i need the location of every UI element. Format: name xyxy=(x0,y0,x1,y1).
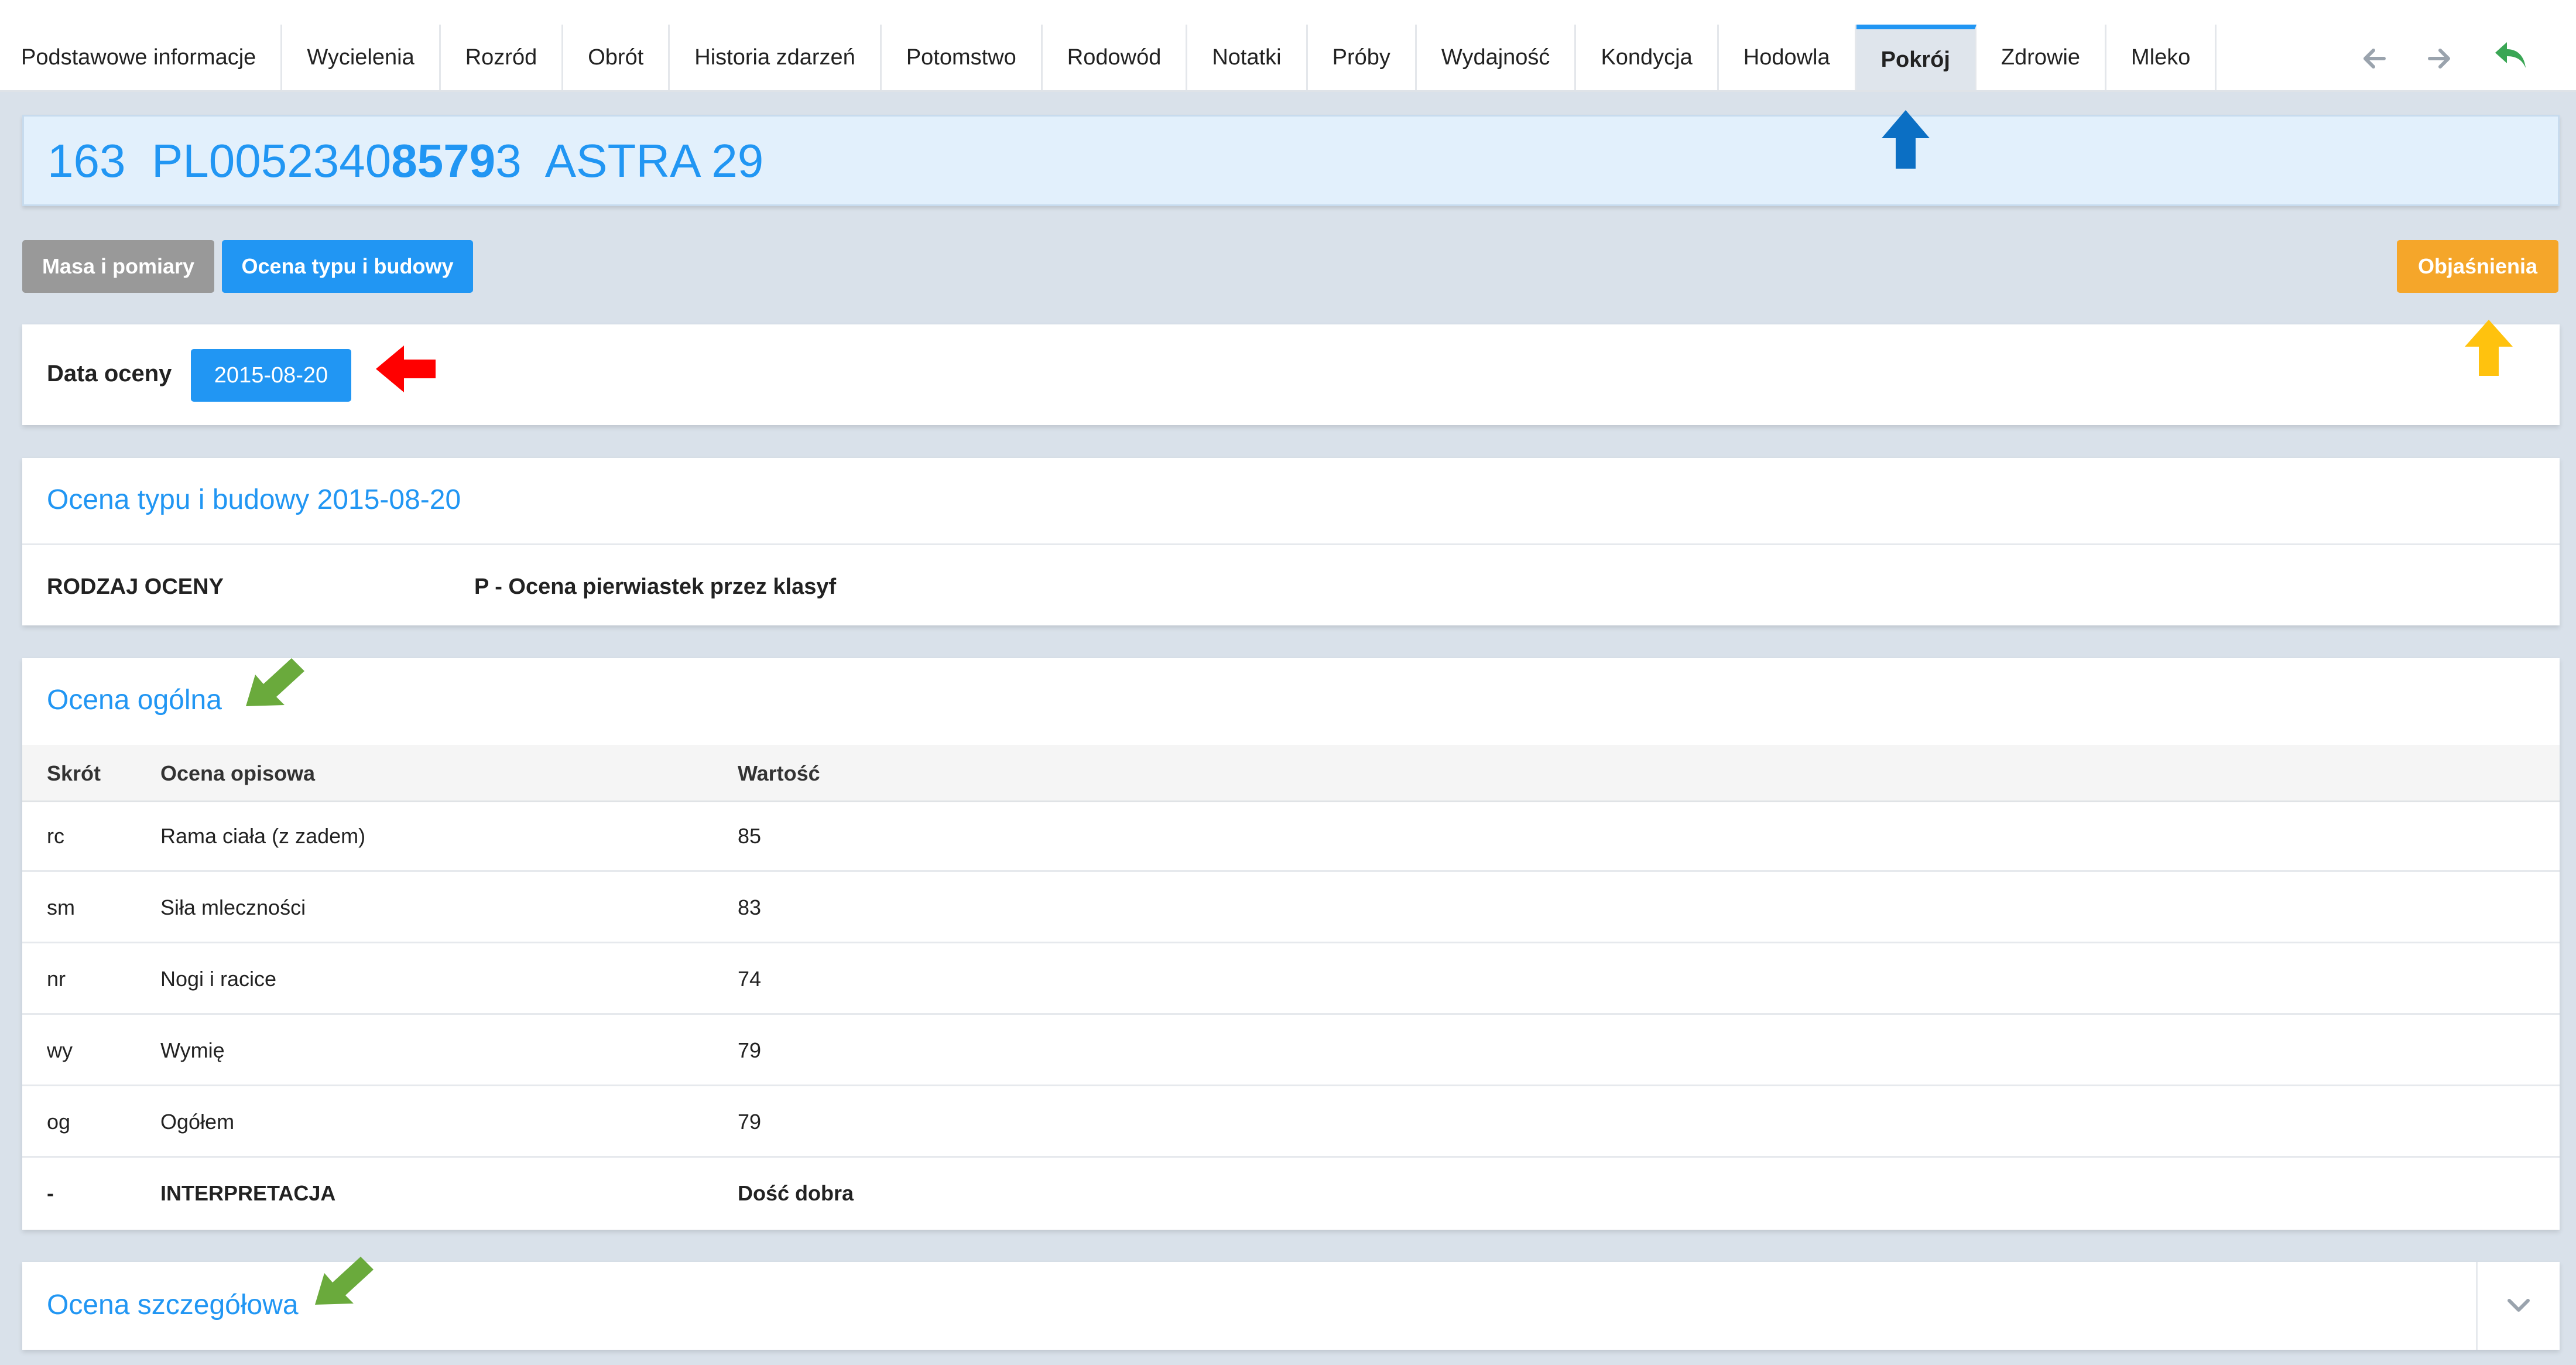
chevron-down-icon xyxy=(2508,1299,2530,1312)
reply-icon[interactable] xyxy=(2493,37,2528,73)
tabs: Podstawowe informacje Wycielenia Rozród … xyxy=(0,25,2217,90)
tab-historia-zdarzen[interactable]: Historia zdarzeń xyxy=(670,25,882,90)
assessment-date-button[interactable]: 2015-08-20 xyxy=(191,349,351,402)
detailed-assessment-title: Ocena szczegółowa xyxy=(47,1289,299,1320)
row-desc: INTERPRETACJA xyxy=(160,1181,336,1205)
explanations-button[interactable]: Objaśnienia xyxy=(2397,240,2558,293)
general-assessment-card: Ocena ogólna Skrót Ocena opisowa Wartość… xyxy=(22,658,2560,1230)
assessment-date-label: Data oceny xyxy=(47,361,172,386)
row-desc: Rama ciała (z zadem) xyxy=(160,824,366,848)
tab-podstawowe-informacje[interactable]: Podstawowe informacje xyxy=(0,25,283,90)
row-abbr: rc xyxy=(47,824,64,848)
tab-rozrod[interactable]: Rozród xyxy=(441,25,564,90)
tab-zdrowie[interactable]: Zdrowie xyxy=(1976,25,2107,90)
animal-header: 163 PL005234085793 ASTRA 29 xyxy=(22,115,2560,206)
measurements-button[interactable]: Masa i pomiary xyxy=(22,240,214,293)
row-abbr: nr xyxy=(47,967,66,991)
annotation-arrow-green-icon xyxy=(246,658,304,706)
arrow-left-icon[interactable] xyxy=(2357,41,2392,76)
row-desc: Wymię xyxy=(160,1038,225,1062)
type-assessment-button[interactable]: Ocena typu i budowy xyxy=(222,240,473,293)
row-value: 79 xyxy=(738,1038,762,1062)
assessment-kind-value: P - Ocena pierwiastek przez klasyf xyxy=(474,574,837,599)
row-desc: Ogółem xyxy=(160,1110,235,1134)
header-abbr: Skrót xyxy=(47,761,101,785)
tab-wydajnosc[interactable]: Wydajność xyxy=(1417,25,1577,90)
row-value: Dość dobra xyxy=(738,1181,854,1205)
general-assessment-title: Ocena ogólna xyxy=(47,685,222,716)
animal-title: 163 PL005234085793 ASTRA 29 xyxy=(47,135,764,187)
arrow-right-icon[interactable] xyxy=(2421,41,2457,76)
row-value: 74 xyxy=(738,967,762,991)
expand-button[interactable] xyxy=(2476,1262,2560,1350)
annotation-arrow-left-red-icon xyxy=(376,345,436,392)
row-desc: Nogi i racice xyxy=(160,967,277,991)
tab-bar: Podstawowe informacje Wycielenia Rozród … xyxy=(0,0,2576,92)
table-row: sm Siła mleczności 83 xyxy=(22,872,2560,943)
header-desc: Ocena opisowa xyxy=(160,761,316,785)
table-row: nr Nogi i racice 74 xyxy=(22,943,2560,1015)
tab-obrot[interactable]: Obrót xyxy=(563,25,670,90)
annotation-arrow-green-icon xyxy=(315,1257,374,1305)
header-value: Wartość xyxy=(738,761,820,785)
type-assessment-title: Ocena typu i budowy 2015-08-20 xyxy=(47,484,461,515)
row-abbr: wy xyxy=(47,1038,73,1062)
row-value: 83 xyxy=(738,895,762,919)
tab-proby[interactable]: Próby xyxy=(1308,25,1417,90)
tab-rodowod[interactable]: Rodowód xyxy=(1043,25,1188,90)
row-abbr: og xyxy=(47,1110,71,1134)
type-assessment-card: Ocena typu i budowy 2015-08-20 RODZAJ OC… xyxy=(22,458,2560,625)
assessment-kind-row: RODZAJ OCENY P - Ocena pierwiastek przez… xyxy=(22,543,2560,627)
assessment-kind-label: RODZAJ OCENY xyxy=(47,574,224,599)
tab-hodowla[interactable]: Hodowla xyxy=(1719,25,1856,90)
table-header: Skrót Ocena opisowa Wartość xyxy=(22,745,2560,802)
row-value: 85 xyxy=(738,824,762,848)
table-row: rc Rama ciała (z zadem) 85 xyxy=(22,800,2560,872)
tab-pokroj[interactable]: Pokrój xyxy=(1856,25,1976,90)
row-value: 79 xyxy=(738,1110,762,1134)
table-row: og Ogółem 79 xyxy=(22,1086,2560,1158)
annotation-arrow-up-yellow-icon xyxy=(2465,320,2513,376)
annotation-arrow-up-blue-icon xyxy=(1882,110,1930,169)
tab-wycielenia[interactable]: Wycielenia xyxy=(282,25,441,90)
row-abbr: sm xyxy=(47,895,75,919)
detailed-assessment-card[interactable]: Ocena szczegółowa xyxy=(22,1262,2560,1350)
tab-notatki[interactable]: Notatki xyxy=(1187,25,1308,90)
interpretation-row: - INTERPRETACJA Dość dobra xyxy=(22,1158,2560,1229)
table-row: wy Wymię 79 xyxy=(22,1015,2560,1086)
tab-potomstwo[interactable]: Potomstwo xyxy=(882,25,1043,90)
tab-kondycja[interactable]: Kondycja xyxy=(1576,25,1719,90)
tab-mleko[interactable]: Mleko xyxy=(2106,25,2217,90)
row-abbr: - xyxy=(47,1181,54,1205)
row-desc: Siła mleczności xyxy=(160,895,306,919)
